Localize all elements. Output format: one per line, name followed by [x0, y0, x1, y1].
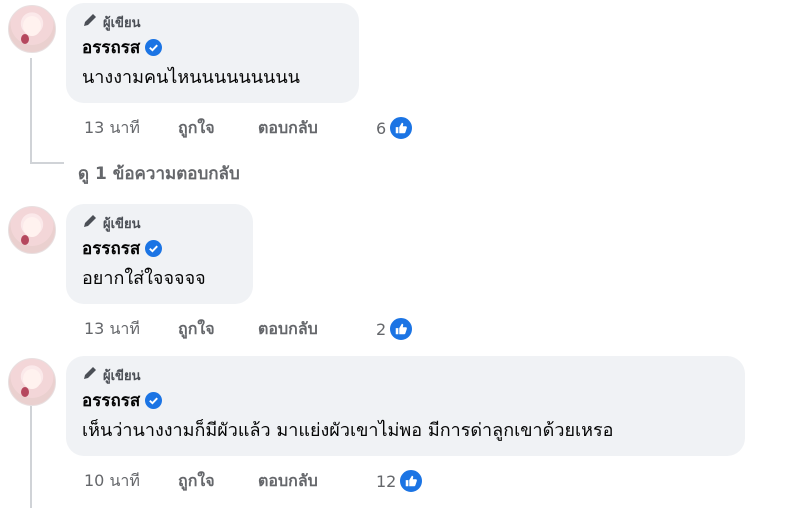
reply-button[interactable]: ตอบกลับ: [258, 116, 376, 141]
timestamp[interactable]: 13 นาที: [84, 317, 178, 342]
author-badge-label: ผู้เขียน: [103, 368, 141, 384]
reaction-count: 6: [376, 118, 387, 138]
author-badge: ผู้เขียน: [82, 12, 343, 32]
comment-actions: 10 นาที ถูกใจ ตอบกลับ 12: [84, 468, 425, 494]
avatar[interactable]: [8, 358, 56, 406]
thread-connector: [30, 162, 64, 164]
view-replies-link[interactable]: ดู 1 ข้อความตอบกลับ: [78, 160, 240, 187]
pencil-icon: [82, 213, 98, 233]
verified-badge-icon: [145, 239, 163, 257]
author-name[interactable]: อรรถรส: [82, 387, 140, 414]
timestamp[interactable]: 13 นาที: [84, 116, 178, 141]
author-badge-label: ผู้เขียน: [103, 216, 141, 232]
reaction-summary[interactable]: 12: [376, 468, 425, 494]
like-thumb-icon: [388, 115, 415, 141]
thread-line: [30, 404, 32, 508]
like-thumb-icon: [388, 316, 415, 342]
comment-bubble: ผู้เขียน อรรถรส อยากใส่ใจจจจจ: [66, 204, 253, 304]
reaction-summary[interactable]: 2: [376, 316, 415, 342]
avatar[interactable]: [8, 206, 56, 254]
author-badge-label: ผู้เขียน: [103, 15, 141, 31]
author-name[interactable]: อรรถรส: [82, 235, 140, 262]
comment-text: นางงามคนไหนนนนนนนนน: [82, 67, 300, 88]
comment-text: เห็นว่านางงามก็มีผัวแล้ว มาแย่งผัวเขาไม่…: [82, 420, 614, 441]
author-name[interactable]: อรรถรส: [82, 34, 140, 61]
reaction-summary[interactable]: 6: [376, 115, 415, 141]
comment-bubble: ผู้เขียน อรรถรส เห็นว่านางงามก็มีผัวแล้ว…: [66, 356, 745, 456]
like-button[interactable]: ถูกใจ: [178, 469, 258, 494]
pencil-icon: [82, 365, 98, 385]
comment-text: อยากใส่ใจจจจจ: [82, 268, 206, 289]
comment-actions: 13 นาที ถูกใจ ตอบกลับ 6: [84, 115, 415, 141]
reaction-count: 12: [376, 471, 397, 491]
thread-line: [30, 58, 32, 164]
timestamp[interactable]: 10 นาที: [84, 469, 178, 494]
avatar[interactable]: [8, 5, 56, 53]
reply-button[interactable]: ตอบกลับ: [258, 317, 376, 342]
comment-bubble: ผู้เขียน อรรถรส นางงามคนไหนนนนนนนนน: [66, 3, 359, 103]
reply-button[interactable]: ตอบกลับ: [258, 469, 376, 494]
like-thumb-icon: [398, 468, 425, 494]
verified-badge-icon: [145, 391, 163, 409]
like-button[interactable]: ถูกใจ: [178, 116, 258, 141]
comment-actions: 13 นาที ถูกใจ ตอบกลับ 2: [84, 316, 415, 342]
reaction-count: 2: [376, 319, 387, 339]
author-badge: ผู้เขียน: [82, 365, 729, 385]
verified-badge-icon: [145, 38, 163, 56]
pencil-icon: [82, 12, 98, 32]
like-button[interactable]: ถูกใจ: [178, 317, 258, 342]
author-badge: ผู้เขียน: [82, 213, 237, 233]
